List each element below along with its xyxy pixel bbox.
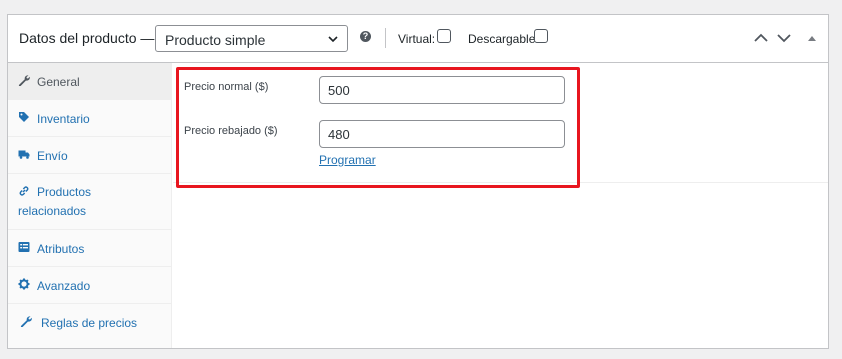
tab-linked-products[interactable]: Productos relacionados <box>8 174 172 230</box>
gear-icon <box>18 278 30 290</box>
truck-icon <box>18 150 30 159</box>
tab-advanced[interactable]: Avanzado <box>8 267 172 304</box>
list-icon <box>18 242 30 252</box>
virtual-label: Virtual: <box>398 32 436 46</box>
tab-label: Inventario <box>37 112 90 126</box>
tab-label: Avanzado <box>37 279 91 293</box>
tab-label: Reglas de precios <box>41 316 138 330</box>
panel-header: Datos del producto — Producto simple ? V… <box>8 15 828 63</box>
tab-inventory[interactable]: Inventario <box>8 100 172 137</box>
pricing-divider <box>173 182 828 183</box>
tab-label: General <box>37 75 80 89</box>
tab-label: Envío <box>37 149 68 163</box>
product-type-select[interactable]: Producto simple <box>155 25 348 52</box>
sale-price-input[interactable] <box>319 120 565 148</box>
sale-price-label: Precio rebajado ($) <box>184 125 278 137</box>
header-separator <box>385 28 386 48</box>
tab-attributes[interactable]: Atributos <box>8 230 172 267</box>
tab-pricing-rules[interactable]: Reglas de precios <box>8 304 172 341</box>
regular-price-input[interactable] <box>319 76 565 104</box>
downloadable-checkbox[interactable] <box>534 29 548 43</box>
wrench-icon <box>20 316 32 327</box>
link-icon <box>19 186 29 196</box>
tab-label-line2: relacionados <box>18 204 87 218</box>
wrench-icon <box>18 75 30 86</box>
tab-shipping[interactable]: Envío <box>8 137 172 174</box>
tab-label: Atributos <box>37 242 85 256</box>
virtual-checkbox[interactable] <box>437 29 451 43</box>
collapse-triangle-icon[interactable] <box>804 30 820 46</box>
tab-label: Productos <box>37 185 92 199</box>
panel-title: Datos del producto — <box>19 30 155 46</box>
product-data-tabs: General Inventario Envío Productos relac… <box>8 63 172 348</box>
help-icon[interactable]: ? <box>360 31 371 42</box>
tab-general[interactable]: General <box>8 63 172 100</box>
regular-price-label: Precio normal ($) <box>184 81 269 93</box>
chevron-down-icon <box>328 36 338 43</box>
chevron-up-icon[interactable] <box>753 30 769 46</box>
product-type-value: Producto simple <box>165 32 266 48</box>
tag-icon <box>19 112 29 122</box>
downloadable-label: Descargable: <box>468 32 539 46</box>
schedule-link[interactable]: Programar <box>319 153 376 167</box>
product-data-panel: Datos del producto — Producto simple ? V… <box>7 14 829 349</box>
chevron-down-icon[interactable] <box>776 30 792 46</box>
